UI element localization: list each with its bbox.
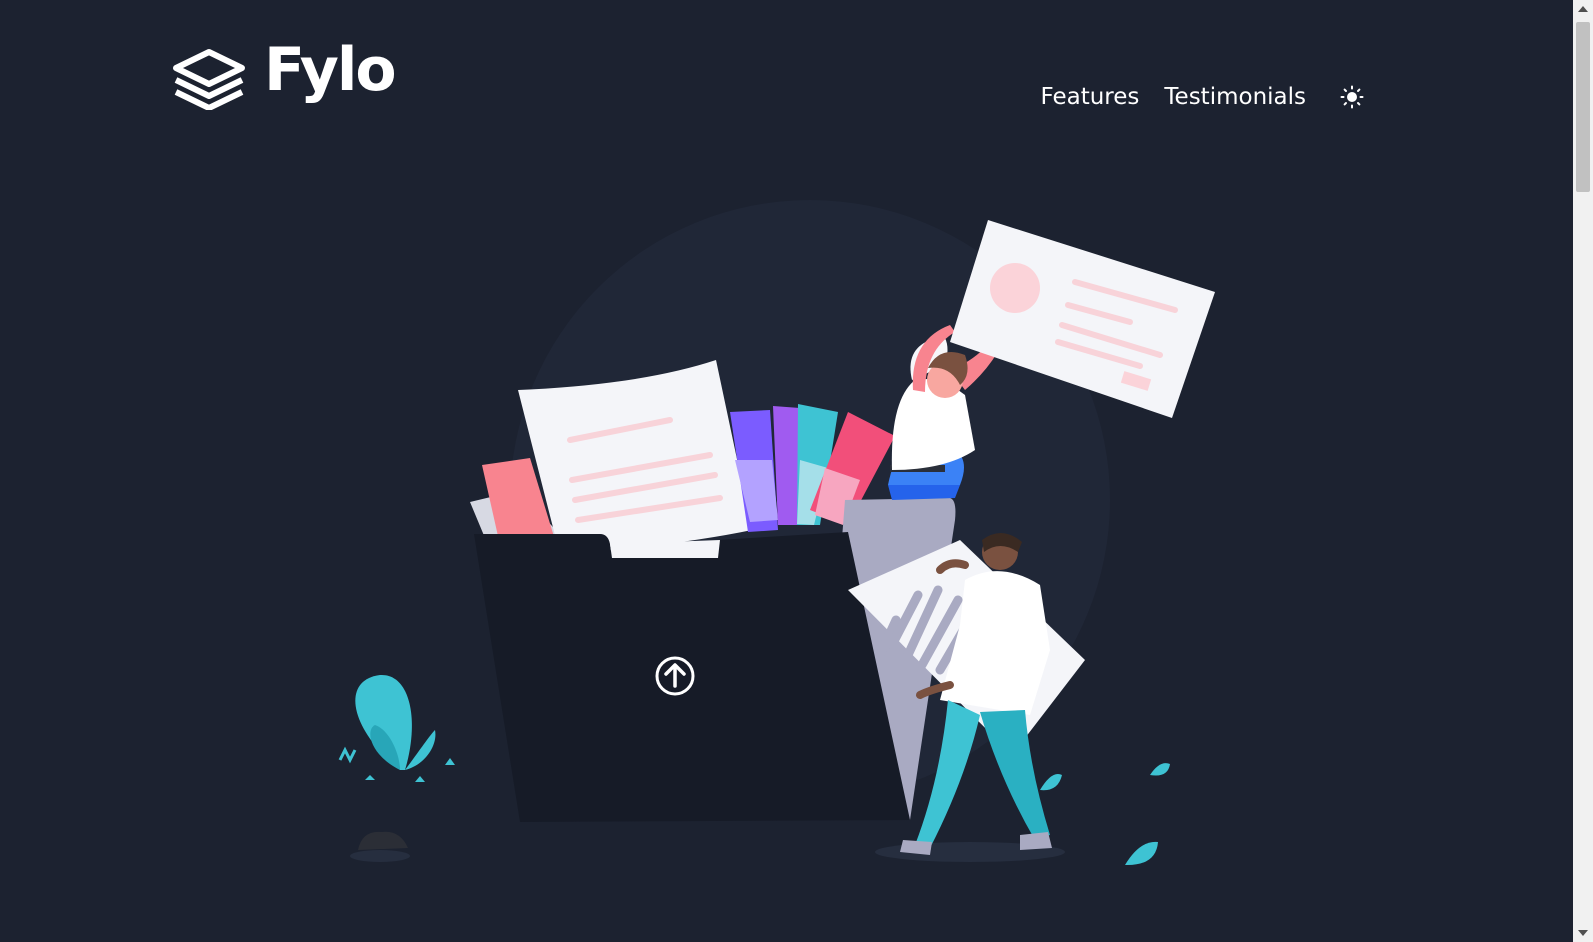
brand-logo[interactable]: Fylo — [170, 40, 397, 110]
sun-icon[interactable] — [1340, 85, 1364, 109]
vertical-scrollbar[interactable] — [1573, 0, 1593, 942]
scroll-up-icon[interactable] — [1578, 6, 1588, 12]
brand-name: Fylo — [264, 35, 397, 105]
leaf — [1125, 841, 1158, 866]
main-nav: Features Testimonials — [1016, 84, 1365, 110]
nav-link-testimonials[interactable]: Testimonials — [1164, 84, 1306, 110]
document-large — [518, 360, 752, 555]
plant-left — [338, 674, 455, 782]
leaf — [1150, 763, 1170, 776]
page: Fylo Features Testimonials — [0, 0, 1548, 942]
nav-link-features[interactable]: Features — [1041, 84, 1140, 110]
leaf — [1040, 774, 1062, 791]
site-header: Fylo Features Testimonials — [170, 40, 1370, 130]
rock — [358, 831, 408, 850]
hero-illustration — [338, 200, 1215, 866]
rock-shadow — [350, 850, 410, 862]
scroll-thumb[interactable] — [1576, 22, 1590, 192]
scroll-down-icon[interactable] — [1578, 930, 1588, 936]
stacked-layers-icon — [173, 49, 245, 110]
folder — [474, 532, 910, 822]
